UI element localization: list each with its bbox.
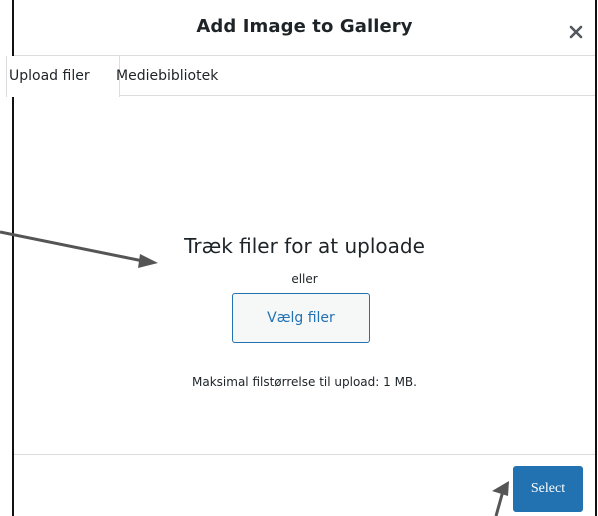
modal-header: Add Image to Gallery: [14, 0, 595, 56]
drop-title: Træk filer for at uploade: [184, 234, 425, 258]
upload-drop-area[interactable]: Træk filer for at uploade eller Vælg fil…: [14, 96, 595, 454]
modal-footer: Select: [14, 454, 595, 516]
page: Add Image to Gallery Upload filer Medieb…: [0, 0, 598, 516]
tab-upload-files[interactable]: Upload filer: [6, 56, 120, 97]
tab-media-library[interactable]: Mediebibliotek: [116, 56, 218, 96]
max-upload-size-text: Maksimal filstørrelse til upload: 1 MB.: [192, 375, 417, 389]
modal-title: Add Image to Gallery: [196, 16, 413, 37]
tab-bar: Upload filer Mediebibliotek: [6, 56, 595, 97]
select-button[interactable]: Select: [513, 466, 583, 512]
close-button[interactable]: [564, 20, 588, 44]
select-files-button[interactable]: Vælg filer: [232, 293, 370, 343]
frame-right-border: [595, 0, 597, 516]
close-icon: [569, 25, 583, 39]
or-text: eller: [291, 272, 318, 286]
